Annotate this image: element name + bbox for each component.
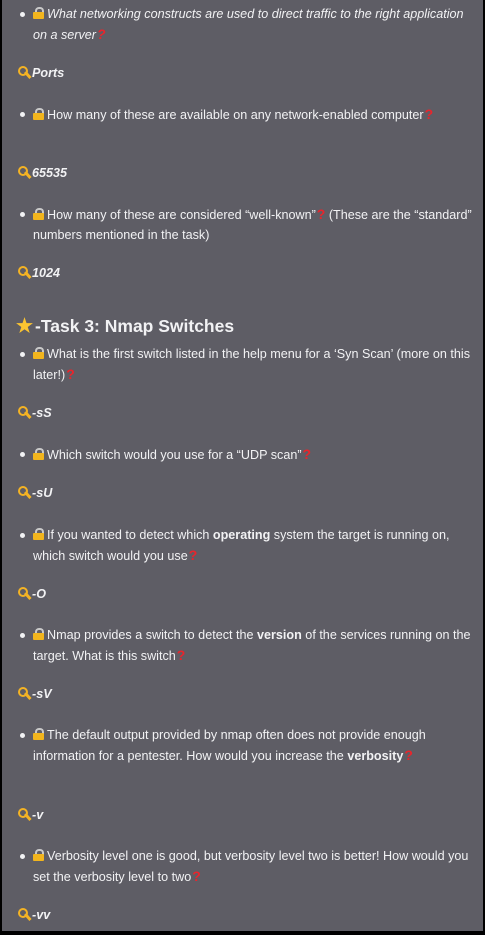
bullet — [20, 112, 25, 117]
key-icon — [18, 266, 32, 279]
question-mark-icon: ? — [176, 647, 186, 663]
question-mark-icon: ? — [316, 206, 326, 222]
question-mark-icon: ? — [404, 747, 413, 763]
question-keyword: verbosity — [347, 749, 404, 763]
lock-icon — [33, 7, 44, 19]
section-title: -Task 3: Nmap Switches — [35, 316, 235, 336]
answer-text: -sS — [32, 406, 52, 420]
answer: -v — [18, 805, 43, 825]
answer-text: -v — [32, 808, 44, 822]
key-icon — [18, 486, 32, 499]
key-icon — [18, 808, 32, 821]
star-icon: ★ — [16, 316, 34, 337]
question-keyword: version — [257, 628, 302, 642]
content-panel: What networking constructs are used to d… — [2, 0, 483, 933]
answer-text: -O — [32, 587, 46, 601]
bullet — [20, 212, 25, 217]
question-mark-icon: ? — [424, 106, 434, 122]
bullet — [20, 352, 25, 357]
answer: -vv — [18, 905, 50, 925]
question-mark-icon: ? — [188, 547, 198, 563]
key-icon — [18, 687, 32, 700]
answer: -sV — [18, 684, 52, 704]
answer: 1024 — [18, 263, 60, 283]
lock-icon — [33, 208, 44, 220]
lock-icon — [33, 849, 44, 861]
bullet — [20, 854, 25, 859]
question-mark-icon: ? — [192, 868, 201, 884]
key-icon — [18, 166, 32, 179]
bullet — [20, 733, 25, 738]
answer: -sS — [18, 403, 52, 423]
bullet — [20, 452, 25, 457]
question-mark-icon: ? — [66, 366, 75, 382]
lock-icon — [33, 728, 44, 740]
lock-icon — [33, 448, 44, 460]
question-text: Nmap provides a switch to detect the — [47, 628, 257, 642]
lock-icon — [33, 347, 44, 359]
bullet — [20, 633, 25, 638]
key-icon — [18, 66, 32, 79]
key-icon — [18, 587, 32, 600]
key-icon — [18, 908, 32, 921]
question-text: Verbosity level one is good, but verbosi… — [33, 849, 469, 884]
question-text: How many of these are available on any n… — [47, 108, 424, 122]
lock-icon — [33, 108, 44, 120]
bullet — [20, 533, 25, 538]
question-text: What is the first switch listed in the h… — [33, 347, 471, 382]
bullet — [20, 12, 25, 17]
answer-text: 1024 — [32, 266, 61, 280]
question-keyword: operating — [212, 528, 271, 542]
question-text: If you wanted to detect which — [47, 528, 213, 542]
question-mark-icon: ? — [302, 446, 312, 462]
answer-text: 65535 — [32, 166, 68, 180]
section-heading: ★ -Task 3: Nmap Switches — [16, 314, 234, 339]
question-text: How many of these are considered “well-k… — [47, 208, 316, 222]
lock-icon — [33, 628, 44, 640]
answer-text: -sV — [32, 687, 52, 701]
answer-text: -sU — [32, 486, 53, 500]
answer-text: -vv — [32, 908, 51, 922]
lock-icon — [33, 528, 44, 540]
question-text: Which switch would you use for a “UDP sc… — [47, 448, 302, 462]
answer: -sU — [18, 483, 52, 503]
answer-text: Ports — [32, 66, 65, 80]
key-icon — [18, 406, 32, 419]
question-mark-icon: ? — [97, 26, 106, 42]
answer: 65535 — [18, 163, 67, 183]
answer: -O — [18, 584, 46, 604]
answer: Ports — [18, 63, 64, 83]
